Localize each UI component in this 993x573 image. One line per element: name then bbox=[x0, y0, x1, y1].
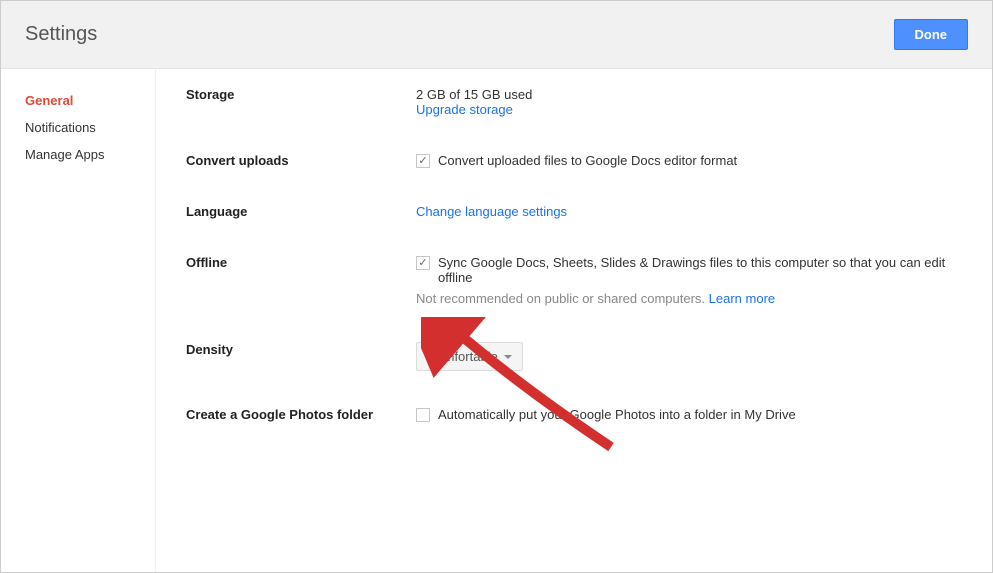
convert-row: Convert uploads Convert uploaded files t… bbox=[186, 153, 962, 168]
annotation-arrow-icon bbox=[421, 317, 621, 457]
sidebar-item-manage-apps[interactable]: Manage Apps bbox=[1, 141, 155, 168]
offline-row: Offline Sync Google Docs, Sheets, Slides… bbox=[186, 255, 962, 306]
photos-checkbox-label: Automatically put your Google Photos int… bbox=[438, 407, 796, 422]
convert-checkbox[interactable] bbox=[416, 154, 430, 168]
language-row: Language Change language settings bbox=[186, 204, 962, 219]
language-label: Language bbox=[186, 204, 416, 219]
density-value: Comfortable bbox=[427, 349, 498, 364]
chevron-down-icon bbox=[504, 355, 512, 359]
sidebar-item-notifications[interactable]: Notifications bbox=[1, 114, 155, 141]
offline-checkbox[interactable] bbox=[416, 256, 430, 270]
offline-checkbox-label: Sync Google Docs, Sheets, Slides & Drawi… bbox=[438, 255, 962, 285]
density-label: Density bbox=[186, 342, 416, 371]
done-button[interactable]: Done bbox=[894, 19, 969, 50]
storage-status: 2 GB of 15 GB used bbox=[416, 87, 962, 102]
settings-main: Storage 2 GB of 15 GB used Upgrade stora… bbox=[156, 69, 992, 572]
sidebar-item-general[interactable]: General bbox=[1, 87, 155, 114]
storage-row: Storage 2 GB of 15 GB used Upgrade stora… bbox=[186, 87, 962, 117]
language-link[interactable]: Change language settings bbox=[416, 204, 567, 219]
convert-checkbox-label: Convert uploaded files to Google Docs ed… bbox=[438, 153, 737, 168]
convert-label: Convert uploads bbox=[186, 153, 416, 168]
photos-row: Create a Google Photos folder Automatica… bbox=[186, 407, 962, 422]
offline-subtext: Not recommended on public or shared comp… bbox=[416, 291, 709, 306]
storage-label: Storage bbox=[186, 87, 416, 117]
photos-checkbox[interactable] bbox=[416, 408, 430, 422]
offline-learn-more-link[interactable]: Learn more bbox=[709, 291, 775, 306]
settings-sidebar: General Notifications Manage Apps bbox=[1, 69, 156, 572]
density-dropdown[interactable]: Comfortable bbox=[416, 342, 523, 371]
page-title: Settings bbox=[25, 23, 97, 46]
offline-label: Offline bbox=[186, 255, 416, 306]
settings-header: Settings Done bbox=[1, 1, 992, 69]
upgrade-storage-link[interactable]: Upgrade storage bbox=[416, 102, 513, 117]
photos-label: Create a Google Photos folder bbox=[186, 407, 416, 422]
density-row: Density Comfortable bbox=[186, 342, 962, 371]
